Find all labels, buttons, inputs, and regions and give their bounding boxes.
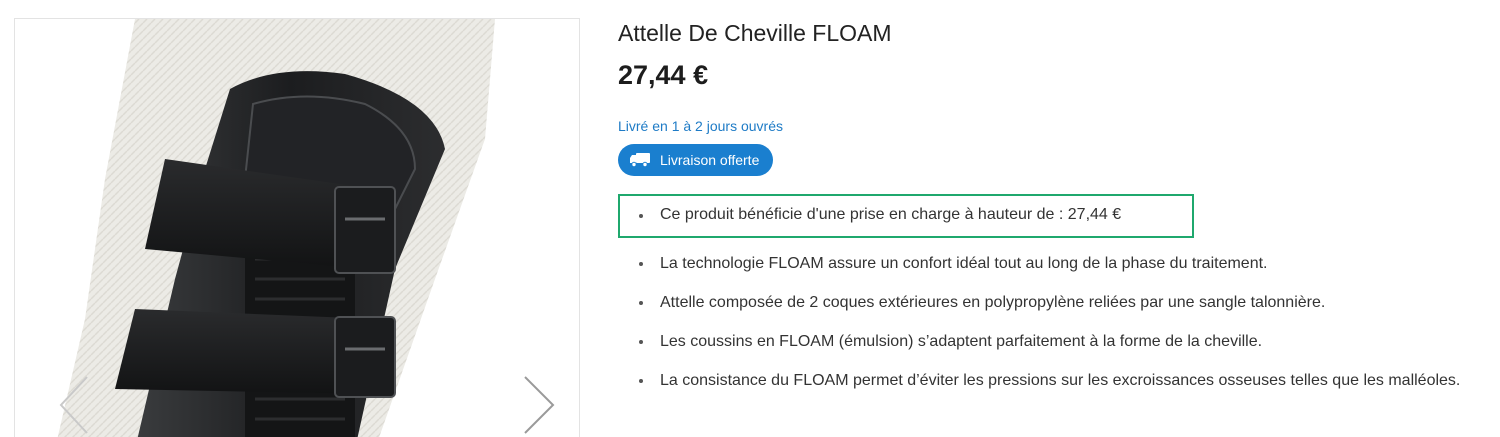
feature-text: Les coussins en FLOAM (émulsion) s’adapt… bbox=[660, 333, 1263, 350]
product-details: Attelle De Cheville FLOAM 27,44 € Livré … bbox=[618, 0, 1488, 437]
list-item-coverage: Ce produit bénéficie d'une prise en char… bbox=[618, 194, 1482, 238]
chevron-right-icon[interactable] bbox=[523, 375, 555, 437]
product-price: 27,44 € bbox=[618, 60, 709, 90]
free-shipping-badge: Livraison offerte bbox=[618, 144, 774, 176]
bullet bbox=[639, 262, 643, 266]
feature-text: Ce produit bénéficie d'une prise en char… bbox=[660, 206, 1122, 223]
product-photo bbox=[57, 19, 495, 437]
truck-icon bbox=[630, 153, 650, 167]
product-title: Attelle De Cheville FLOAM bbox=[618, 20, 892, 46]
bullet bbox=[639, 214, 643, 218]
list-item: Les coussins en FLOAM (émulsion) s’adapt… bbox=[632, 330, 1482, 353]
bullet bbox=[639, 340, 643, 344]
bullet bbox=[639, 301, 643, 305]
bullet bbox=[639, 379, 643, 383]
feature-list: Ce produit bénéficie d'une prise en char… bbox=[618, 194, 1482, 408]
feature-text: La consistance du FLOAM permet d’éviter … bbox=[660, 372, 1461, 389]
list-item: Attelle composée de 2 coques extérieures… bbox=[632, 291, 1482, 314]
feature-text: La technologie FLOAM assure un confort i… bbox=[660, 255, 1268, 272]
list-item: La consistance du FLOAM permet d’éviter … bbox=[632, 369, 1482, 392]
free-shipping-label: Livraison offerte bbox=[660, 152, 760, 168]
feature-text: Attelle composée de 2 coques extérieures… bbox=[660, 294, 1326, 311]
product-image-gallery bbox=[14, 18, 580, 437]
delivery-time: Livré en 1 à 2 jours ouvrés bbox=[618, 118, 783, 134]
list-item: La technologie FLOAM assure un confort i… bbox=[632, 252, 1482, 275]
chevron-left-icon[interactable] bbox=[59, 375, 89, 437]
